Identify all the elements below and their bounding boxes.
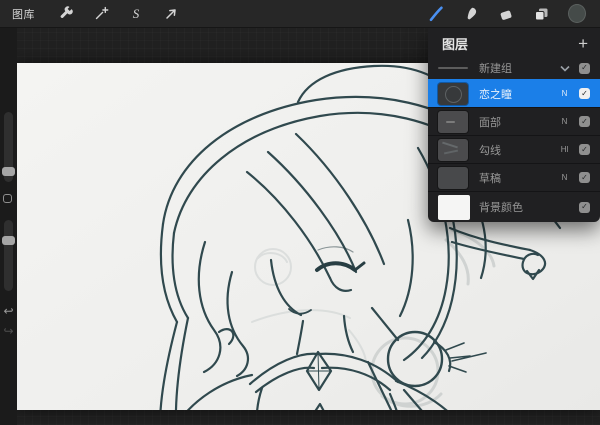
transform-arrow-icon[interactable]: [161, 4, 181, 24]
gallery-button[interactable]: 图库: [12, 6, 41, 22]
check-icon: ✓: [581, 174, 588, 182]
check-icon: ✓: [581, 118, 588, 126]
actions-wrench-icon[interactable]: [56, 4, 76, 24]
selection-s-glyph: S: [133, 7, 140, 20]
layer-row[interactable]: 勾线 Hl ✓: [428, 135, 600, 163]
layer-row[interactable]: 草稿 N ✓: [428, 163, 600, 191]
layer-name: 勾线: [479, 142, 555, 158]
visibility-checkbox[interactable]: ✓: [579, 202, 590, 213]
layer-row[interactable]: 面部 N ✓: [428, 107, 600, 135]
group-thumbnail: [438, 67, 468, 69]
color-swatch[interactable]: [566, 3, 588, 25]
visibility-checkbox[interactable]: ✓: [579, 88, 590, 99]
blend-mode-badge[interactable]: N: [559, 117, 570, 126]
layers-icon[interactable]: [531, 4, 551, 24]
chevron-down-icon[interactable]: [560, 65, 570, 72]
layer-thumbnail[interactable]: [438, 111, 468, 133]
visibility-checkbox[interactable]: ✓: [579, 116, 590, 127]
brush-size-slider[interactable]: [4, 112, 13, 182]
adjustments-wand-icon[interactable]: [91, 4, 111, 24]
check-icon: ✓: [581, 146, 588, 154]
background-color-row[interactable]: 背景颜色 ✓: [428, 191, 600, 222]
layers-panel: 图层 + 新建组 ✓ 恋之瞳 N ✓: [428, 28, 600, 222]
check-icon: ✓: [581, 90, 588, 98]
check-icon: ✓: [581, 203, 588, 211]
blend-mode-badge[interactable]: Hl: [559, 145, 570, 154]
undo-icon[interactable]: ↩: [0, 305, 17, 317]
layer-thumbnail[interactable]: [438, 83, 468, 105]
blend-mode-badge[interactable]: N: [559, 89, 570, 98]
redo-icon[interactable]: ↪: [0, 325, 17, 337]
blend-mode-badge[interactable]: N: [559, 173, 570, 182]
layers-panel-title: 图层: [442, 34, 468, 53]
layer-thumbnail[interactable]: [438, 139, 468, 161]
left-sidebar: ↩ ↪: [0, 28, 17, 425]
visibility-checkbox[interactable]: ✓: [579, 63, 590, 74]
toolbar-left: 图库 S: [12, 4, 181, 24]
group-name: 新建组: [479, 60, 556, 76]
add-layer-button[interactable]: +: [578, 35, 588, 52]
layers-panel-header: 图层 +: [428, 28, 600, 57]
background-color-thumbnail[interactable]: [438, 195, 470, 220]
procreate-workspace: 图库 S: [0, 0, 600, 425]
toolbar-right: [426, 3, 588, 25]
eraser-icon[interactable]: [496, 4, 516, 24]
layer-row-selected[interactable]: 恋之瞳 N ✓: [428, 79, 600, 107]
layer-name: 草稿: [479, 170, 555, 186]
top-toolbar: 图库 S: [0, 0, 600, 28]
current-color-dot: [568, 4, 586, 23]
brush-size-handle[interactable]: [2, 167, 15, 176]
paint-brush-icon[interactable]: [426, 4, 446, 24]
layer-name: 面部: [479, 114, 555, 130]
opacity-handle[interactable]: [2, 236, 15, 245]
check-icon: ✓: [581, 64, 588, 72]
layer-name: 恋之瞳: [479, 86, 555, 102]
layer-thumbnail[interactable]: [438, 167, 468, 189]
layer-name: 背景颜色: [479, 199, 579, 215]
selection-icon[interactable]: S: [126, 4, 146, 24]
visibility-checkbox[interactable]: ✓: [579, 144, 590, 155]
opacity-slider[interactable]: [4, 220, 13, 291]
visibility-checkbox[interactable]: ✓: [579, 172, 590, 183]
modify-button[interactable]: [3, 194, 12, 203]
smudge-icon[interactable]: [461, 4, 481, 24]
layer-group-row[interactable]: 新建组 ✓: [428, 57, 600, 79]
